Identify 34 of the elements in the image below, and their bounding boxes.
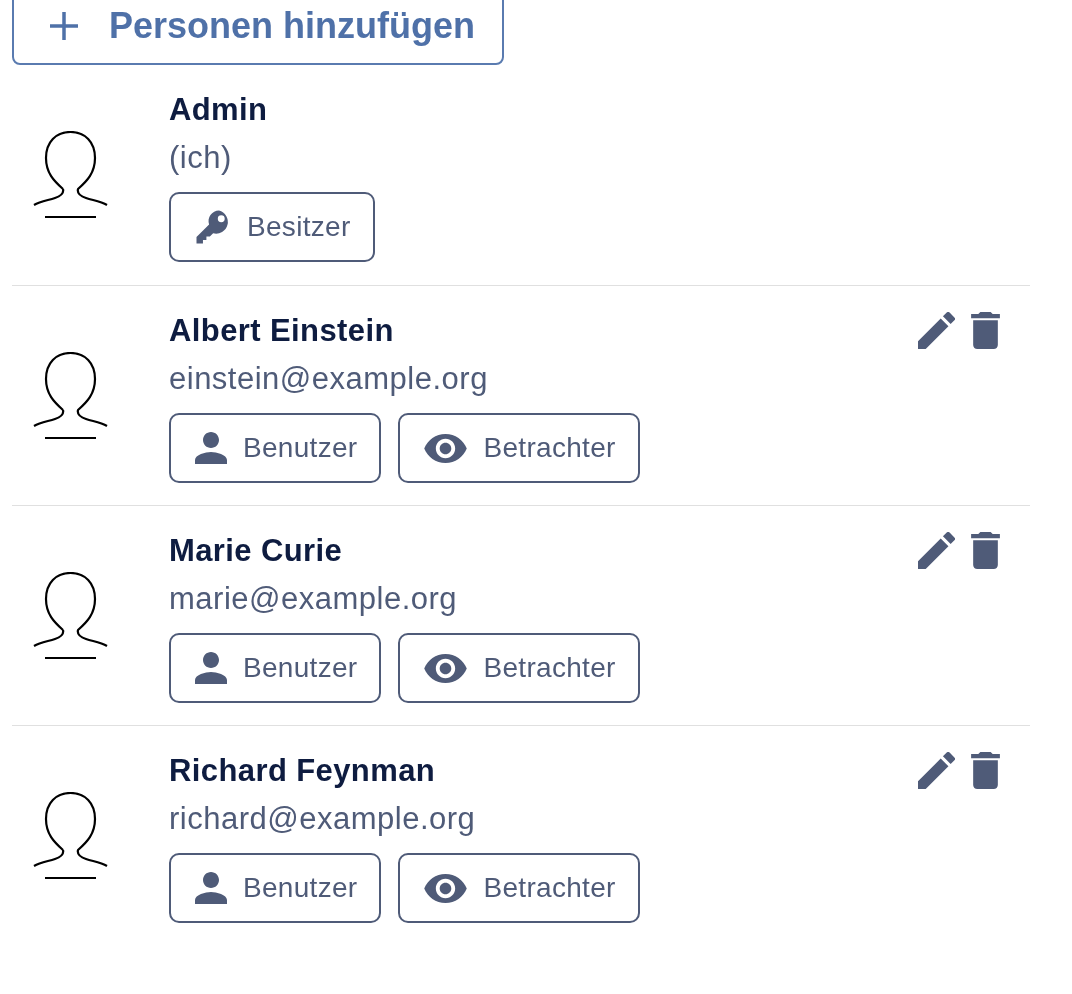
person-icon [195, 872, 227, 904]
plus-icon [50, 11, 78, 40]
eye-icon [424, 873, 468, 903]
person-silhouette-icon [33, 131, 108, 219]
pencil-icon[interactable] [918, 532, 955, 569]
person-silhouette-icon [33, 351, 108, 440]
pencil-icon[interactable] [918, 752, 955, 789]
person-name: Albert Einstein [169, 312, 394, 350]
person-name: Marie Curie [169, 532, 343, 570]
person-silhouette-icon [33, 571, 108, 660]
person-subtitle: (ich) [169, 139, 232, 177]
key-icon [195, 209, 231, 245]
person-subtitle: marie@example.org [169, 580, 458, 618]
person-subtitle: richard@example.org [169, 800, 476, 838]
trash-icon[interactable] [971, 752, 1000, 789]
person-icon [195, 432, 227, 464]
role-label: Besitzer [247, 213, 351, 241]
pencil-icon[interactable] [918, 312, 955, 349]
person-subtitle: einstein@example.org [169, 360, 488, 398]
role-label: Betrachter [483, 654, 616, 682]
role-label: Betrachter [483, 434, 616, 462]
person-name: Admin [169, 91, 268, 129]
role-label: Betrachter [483, 874, 616, 902]
person-silhouette-icon [33, 791, 108, 880]
role-label: Benutzer [243, 434, 358, 462]
add-person-button[interactable]: Personen hinzufügen [12, 0, 504, 65]
trash-icon[interactable] [971, 532, 1000, 569]
role-label: Benutzer [243, 874, 358, 902]
person-icon [195, 652, 227, 684]
eye-icon [424, 433, 468, 463]
trash-icon[interactable] [971, 312, 1000, 349]
role-label: Benutzer [243, 654, 358, 682]
eye-icon [424, 653, 468, 683]
person-name: Richard Feynman [169, 752, 436, 790]
